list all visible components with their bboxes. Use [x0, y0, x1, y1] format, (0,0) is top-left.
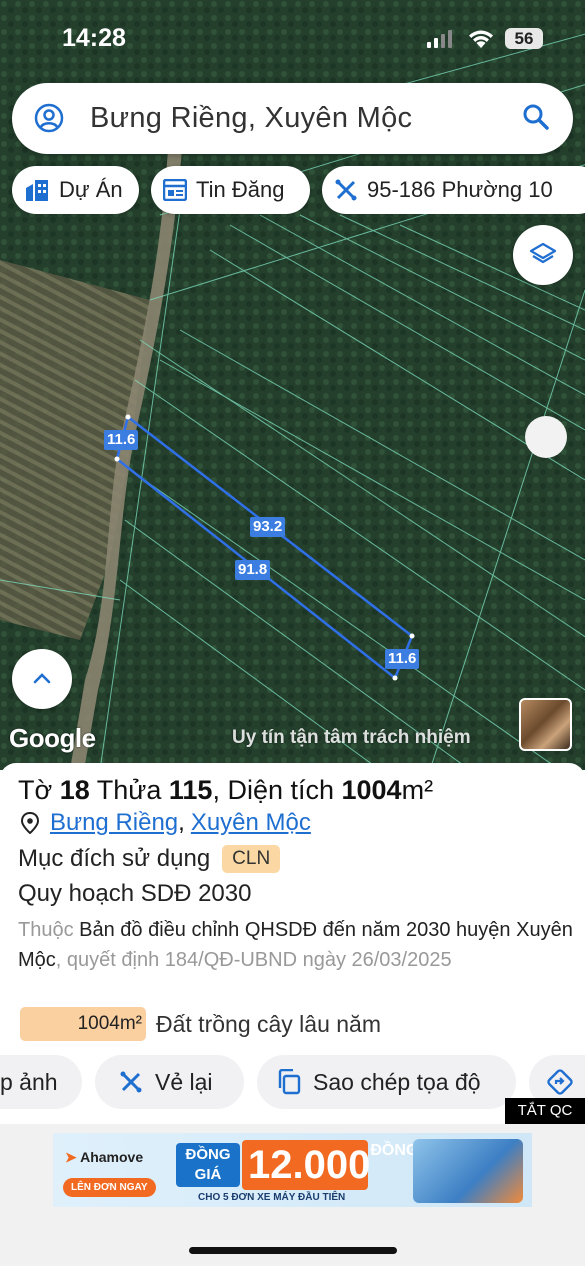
chip-label: Tin Đăng	[196, 177, 285, 202]
parcel-dim-long-bottom: 91.8	[235, 560, 271, 580]
ad-rider-image	[413, 1139, 523, 1203]
ad-price: 12.000ĐỒNG	[242, 1140, 418, 1190]
home-indicator[interactable]	[189, 1247, 397, 1254]
battery-indicator: 56	[505, 28, 543, 49]
parcel-dim-bottom: 11.6	[385, 649, 420, 669]
title-text: Tờ	[18, 775, 60, 805]
status-bar: 14:28 56	[0, 0, 585, 70]
plot-number: 115	[168, 775, 213, 805]
desc-prefix: Thuộc	[18, 919, 80, 941]
title-text: , Diện tích	[212, 775, 342, 805]
ad-area: ➤ Ahamove LÊN ĐƠN NGAY ĐỒNG GIÁ 12.000ĐỒ…	[0, 1124, 585, 1266]
street-photo-thumbnail[interactable]	[519, 698, 572, 751]
google-logo: Google	[9, 723, 96, 753]
listing-icon	[163, 179, 187, 201]
ad-banner[interactable]: ➤ Ahamove LÊN ĐƠN NGAY ĐỒNG GIÁ 12.000ĐỒ…	[53, 1133, 532, 1207]
plan-heading: Quy hoạch SDĐ 2030	[18, 880, 252, 907]
photo-button[interactable]: p ảnh	[0, 1055, 82, 1109]
address-link-commune[interactable]: Bưng Riềng	[50, 809, 178, 837]
land-use-purpose: Mục đích sử dụng CLN	[18, 845, 281, 873]
close-ads-button[interactable]: TẮT QC	[505, 1098, 585, 1124]
ad-subtext: CHO 5 ĐƠN XE MÁY ĐẦU TIÊN	[198, 1192, 346, 1203]
action-buttons-row: p ảnh Vẻ lại Sao chép tọa độ	[0, 1055, 585, 1109]
layers-icon	[529, 242, 557, 264]
search-icon[interactable]	[522, 103, 550, 131]
parcel-dim-long-top: 93.2	[250, 517, 286, 537]
chip-measure[interactable]: 95-186 Phường 10	[322, 166, 585, 214]
layers-button[interactable]	[513, 225, 573, 285]
ad-promo-line2: GIÁ	[194, 1166, 222, 1183]
ad-promo-label: ĐỒNG GIÁ	[176, 1143, 240, 1187]
purpose-label: Mục đích sử dụng	[18, 845, 211, 872]
area-type-label: Đất trồng cây lâu năm	[156, 1010, 382, 1037]
wifi-icon	[469, 30, 493, 48]
directions-icon	[547, 1069, 573, 1095]
chip-tin-dang[interactable]: Tin Đăng	[151, 166, 310, 214]
cellular-signal-icon	[427, 30, 452, 48]
title-text: Thửa	[89, 775, 169, 805]
area-unit: m²	[401, 775, 434, 805]
area-value-box: 1004m²	[20, 1007, 146, 1041]
chip-du-an[interactable]: Dự Án	[12, 166, 139, 214]
ad-promo-line1: ĐỒNG	[185, 1146, 231, 1163]
address-link-district[interactable]: Xuyên Mộc	[191, 809, 311, 837]
clock: 14:28	[62, 24, 126, 52]
redraw-button-label: Vẻ lại	[155, 1068, 213, 1095]
search-input[interactable]: Bưng Riềng, Xuyên Mộc	[90, 102, 412, 135]
building-icon	[26, 180, 48, 201]
purpose-code-badge: CLN	[222, 845, 281, 873]
chip-label: 95-186 Phường 10	[367, 177, 553, 202]
sheet-number: 18	[59, 775, 90, 805]
plan-description: Thuộc Bản đồ điều chỉnh QHSDĐ đến năm 20…	[18, 915, 573, 975]
ad-brand-text: Ahamove	[80, 1149, 144, 1165]
ruler-icon	[120, 1071, 142, 1093]
area-number: 1004	[341, 775, 402, 805]
expand-up-button[interactable]	[12, 649, 72, 709]
address-row: Bưng Riềng , Xuyên Mộc	[20, 809, 311, 837]
user-icon[interactable]	[34, 103, 64, 133]
location-pin-icon	[20, 812, 40, 834]
area-legend-row: 1004m² Đất trồng cây lâu năm	[20, 1007, 381, 1041]
satellite-map[interactable]: 11.6 93.2 91.8 11.6 14:28 56 Bưng Riềng,…	[0, 0, 585, 770]
app-screen: 11.6 93.2 91.8 11.6 14:28 56 Bưng Riềng,…	[0, 0, 585, 1266]
chip-label: Dự Án	[59, 177, 123, 202]
ad-cta-button[interactable]: LÊN ĐƠN NGAY	[63, 1178, 156, 1197]
desc-suffix: , quyết định 184/QĐ-UBND ngày 26/03/2025	[55, 949, 452, 971]
ruler-icon	[335, 179, 357, 201]
ad-price-unit: ĐỒNG	[370, 1142, 419, 1159]
redraw-button[interactable]: Vẻ lại	[95, 1055, 244, 1109]
ad-price-value: 12.000	[248, 1143, 371, 1187]
watermark-text: Uy tín tận tâm trách nhiệm	[232, 727, 471, 748]
parcel-dim-top: 11.6	[104, 430, 139, 450]
chevron-up-icon	[33, 673, 51, 684]
copy-icon	[278, 1069, 301, 1095]
floating-dot-button[interactable]	[525, 416, 567, 458]
copy-button-label: Sao chép tọa độ	[313, 1068, 481, 1095]
photo-button-label: p ảnh	[0, 1068, 58, 1095]
address-separator: ,	[178, 809, 185, 836]
copy-coordinates-button[interactable]: Sao chép tọa độ	[257, 1055, 516, 1109]
parcel-title: Tờ 18 Thửa 115, Diện tích 1004m²	[18, 775, 433, 806]
ad-brand-logo: ➤ Ahamove	[65, 1149, 144, 1165]
search-bar[interactable]: Bưng Riềng, Xuyên Mộc	[12, 83, 573, 154]
